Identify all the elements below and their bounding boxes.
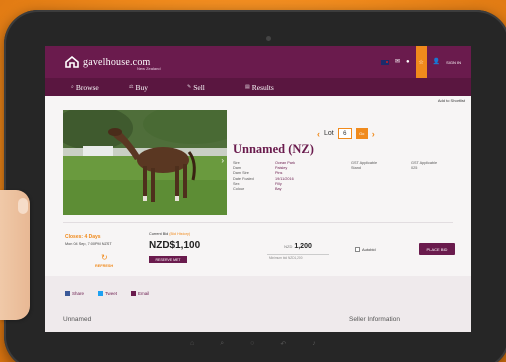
results-icon: ▤ <box>245 85 250 90</box>
next-photo-icon[interactable]: › <box>221 156 224 165</box>
main-nav: ⌕ Browse ⚖ Buy ✎ Sell ▤ Results <box>45 78 471 96</box>
detail-key: Colour <box>233 187 245 192</box>
next-lot-chevron-icon[interactable]: › <box>372 129 375 139</box>
closes-countdown: Closes: 4 Days <box>65 234 101 240</box>
bid-amount-input[interactable]: NZD 1,200 <box>267 243 329 255</box>
lower-section <box>45 276 471 332</box>
thumbnail <box>18 198 28 214</box>
detail-value: Bay <box>275 187 282 192</box>
nav-buy[interactable]: ⚖ Buy <box>129 83 187 92</box>
autobid-label: Autobid <box>362 247 376 252</box>
share-facebook-button[interactable]: Share <box>65 291 84 296</box>
nav-label: Browse <box>75 82 99 92</box>
back-softkey-icon[interactable]: ↶ <box>280 340 286 348</box>
nav-browse[interactable]: ⌕ Browse <box>71 83 129 92</box>
share-label: Tweet <box>105 291 118 296</box>
sign-in-link[interactable]: SIGN IN <box>446 60 461 65</box>
lot-go-button[interactable]: Go <box>355 128 368 139</box>
camera-dot <box>266 36 271 41</box>
nav-results[interactable]: ▤ Results <box>245 83 303 92</box>
checkbox-box[interactable] <box>355 247 360 252</box>
mail-icon[interactable]: ✉ <box>395 59 400 65</box>
watchlist-button[interactable]: ☆ <box>415 46 427 78</box>
bid-currency: NZD <box>284 244 293 249</box>
lot-label: Lot <box>324 130 334 137</box>
place-bid-button[interactable]: PLACE BID <box>419 243 455 255</box>
brand-subtitle: New Zealand <box>137 66 161 71</box>
detail-value: 025 <box>411 166 418 171</box>
bid-value: 1,200 <box>294 243 312 250</box>
twitter-icon <box>98 291 104 296</box>
sell-icon: ✎ <box>187 85 192 90</box>
lot-number-input[interactable]: 6 <box>337 128 352 139</box>
listing-title: Unnamed (NZ) <box>233 142 314 156</box>
house-logo-icon <box>65 56 79 68</box>
seller-info-heading: Seller Information <box>349 316 400 323</box>
notification-icon[interactable]: ● <box>406 59 410 65</box>
share-twitter-button[interactable]: Tweet <box>98 291 117 296</box>
buy-icon: ⚖ <box>129 85 134 90</box>
description-heading: Unnamed <box>63 316 92 323</box>
user-icon[interactable]: 👤 <box>433 59 440 65</box>
nz-flag-icon[interactable] <box>380 59 389 65</box>
current-bid-label: Current Bid (Bid History) <box>149 232 190 236</box>
share-label: Share <box>72 291 85 296</box>
browse-icon: ⌕ <box>71 85 74 90</box>
lot-selector: ‹ Lot 6 Go › <box>317 128 375 139</box>
refresh-button[interactable]: REFRESH <box>95 264 113 268</box>
closes-date: Mon 04 Sep, 7:00PM NZST <box>65 242 112 246</box>
app-screen: gavelhouse.com New Zealand ✉ ● ☆ 👤 SIGN … <box>45 46 471 332</box>
share-label: Email <box>138 291 150 296</box>
app-switch-softkey-icon[interactable]: ○ <box>250 340 254 348</box>
add-to-shortlist-link[interactable]: Add to Shortlist <box>438 98 465 103</box>
current-bid-text: Current Bid <box>149 232 169 236</box>
email-icon <box>131 291 137 296</box>
sale-details: GST Applicable GST Applicable Stand 025 <box>351 161 437 171</box>
header-actions: ✉ ● ☆ 👤 SIGN IN <box>380 46 461 78</box>
current-bid-amount: NZD$1,100 <box>149 240 201 251</box>
minimum-bid-note: Minimum bid NZD1,200 <box>269 256 303 260</box>
share-bar: Share Tweet Email <box>65 291 149 296</box>
home-softkey-icon[interactable]: ⌂ <box>190 340 194 348</box>
tablet-softkeys: ⌂ ⌕ ○ ↶ ♪ <box>190 340 316 348</box>
detail-key: Stand <box>351 166 361 171</box>
bid-history-link[interactable]: (Bid History) <box>169 232 190 236</box>
autobid-checkbox[interactable]: Autobid <box>355 247 376 252</box>
horse-photo-image <box>63 110 227 215</box>
nav-label: Buy <box>135 82 148 92</box>
share-email-button[interactable]: Email <box>131 291 149 296</box>
previous-lot-chevron-icon[interactable]: ‹ <box>317 129 320 139</box>
search-softkey-icon[interactable]: ⌕ <box>220 340 224 348</box>
refresh-icon[interactable]: ↻ <box>101 253 108 262</box>
horse-details: Sire Ocean Park Dam Paisley Dam Sire Pins D… <box>233 161 295 192</box>
section-divider <box>63 222 453 223</box>
reserve-met-badge: RESERVE MET <box>149 256 187 263</box>
nav-label: Results <box>251 82 274 92</box>
facebook-icon <box>65 291 70 296</box>
volume-softkey-icon[interactable]: ♪ <box>312 340 316 348</box>
nav-label: Sell <box>193 82 205 92</box>
nav-sell[interactable]: ✎ Sell <box>187 83 245 92</box>
horse-photo[interactable]: › <box>63 110 227 215</box>
top-bar: gavelhouse.com New Zealand ✉ ● ☆ 👤 SIGN … <box>45 46 471 78</box>
